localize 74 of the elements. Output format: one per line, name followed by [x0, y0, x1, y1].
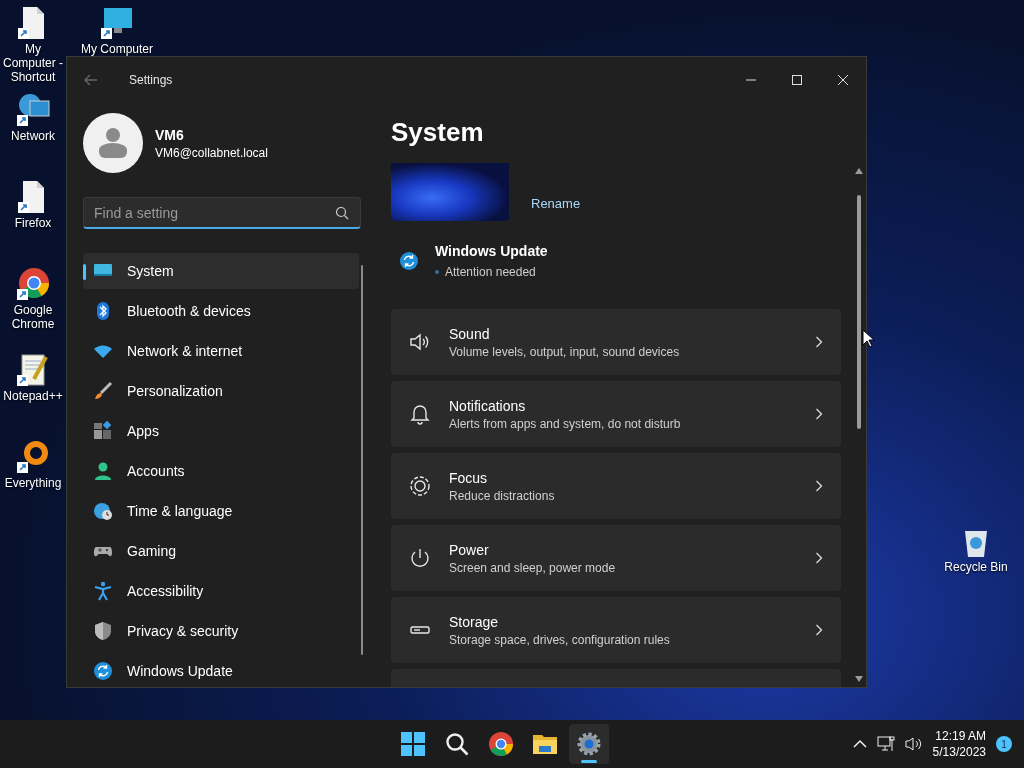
focus-icon: [409, 475, 431, 497]
avatar: [83, 113, 143, 173]
person-icon: [93, 461, 113, 481]
desktop-icon-label[interactable]: Network: [11, 129, 55, 143]
ring-icon: [16, 440, 50, 474]
sync-icon: [399, 251, 419, 271]
nav-item[interactable]: Personalization: [83, 373, 359, 409]
chrome-icon: [488, 731, 515, 757]
power-icon: [409, 547, 431, 569]
nav-item[interactable]: Accounts: [83, 453, 359, 489]
page-title: System: [391, 117, 485, 149]
nav-item[interactable]: Network & internet: [83, 333, 359, 369]
monitor-shortcut-icon: [100, 6, 134, 40]
settings-card[interactable]: Storage Storage space, drives, configuration rules: [391, 597, 841, 663]
status-dot: [435, 270, 439, 274]
desktop-icon-label[interactable]: My Computer - Shortcut: [0, 42, 69, 84]
chrome-icon: [16, 267, 50, 301]
nav-item[interactable]: Time & language: [83, 493, 359, 529]
accessibility-icon: [93, 581, 113, 601]
start-icon: [400, 731, 427, 757]
settings-card[interactable]: Sound Volume levels, output, input, sound devices: [391, 309, 841, 375]
chevron-right-icon: [815, 552, 823, 564]
nav-item[interactable]: Apps: [83, 413, 359, 449]
chevron-right-icon: [815, 624, 823, 636]
chevron-right-icon: [815, 480, 823, 492]
user-name: VM6: [155, 126, 185, 143]
network-monitor-icon[interactable]: [876, 736, 895, 752]
network-globe-icon: [16, 93, 50, 127]
desktop-icon-label[interactable]: Google Chrome: [1, 303, 65, 331]
bell-icon: [409, 403, 431, 425]
nav-item[interactable]: Privacy & security: [83, 613, 359, 649]
update-title[interactable]: Windows Update: [435, 243, 548, 259]
user-email: VM6@collabnet.local: [155, 145, 268, 160]
speaker-icon[interactable]: [904, 736, 923, 752]
search-icon: [444, 731, 471, 757]
nav-item[interactable]: Gaming: [83, 533, 359, 569]
scroll-up-icon[interactable]: [854, 167, 864, 175]
speaker-icon: [409, 331, 431, 353]
search-icon[interactable]: [335, 206, 349, 220]
taskbar-app-button[interactable]: [569, 724, 610, 764]
notepad-icon: [16, 353, 50, 387]
chevron-right-icon: [815, 408, 823, 420]
globe-clock-icon: [93, 501, 113, 521]
notification-badge[interactable]: 1: [996, 736, 1012, 752]
settings-card[interactable]: Notifications Alerts from apps and system, do not disturb: [391, 381, 841, 447]
search-field[interactable]: Find a setting: [83, 197, 361, 229]
nav-item[interactable]: Bluetooth & devices: [83, 293, 359, 329]
settings-card[interactable]: Power Screen and sleep, power mode: [391, 525, 841, 591]
apps-icon: [93, 421, 113, 441]
nav-item[interactable]: Accessibility: [83, 573, 359, 609]
update-status: Attention needed: [445, 265, 536, 279]
chevron-up-icon[interactable]: [852, 739, 867, 749]
nav-item[interactable]: System: [83, 253, 359, 289]
scrollbar-thumb[interactable]: [857, 195, 861, 429]
paintbrush-icon: [93, 381, 113, 401]
desktop-icon-label[interactable]: Notepad++: [3, 389, 63, 403]
nav-item[interactable]: Windows Update: [83, 653, 359, 689]
close-icon: [838, 75, 848, 85]
desktop-icon-label[interactable]: Recycle Bin: [944, 560, 1008, 574]
clock[interactable]: 12:19 AM 5/13/2023: [932, 728, 986, 760]
chevron-right-icon: [815, 336, 823, 348]
mouse-pointer-icon: [862, 329, 874, 348]
gear-icon: [576, 731, 603, 757]
window-title: Settings: [129, 73, 174, 87]
scroll-down-icon[interactable]: [854, 675, 864, 683]
shield-icon: [93, 621, 113, 641]
recycle-bin-icon: [962, 528, 990, 558]
desktop-icon-label[interactable]: Everything: [4, 476, 62, 490]
settings-card[interactable]: Focus Reduce distractions: [391, 453, 841, 519]
sync-icon: [93, 661, 113, 681]
desktop-icon-label[interactable]: My Computer: [81, 42, 153, 56]
desktop-icon-label[interactable]: Firefox: [14, 216, 52, 230]
maximize-icon: [792, 75, 802, 85]
rename-link[interactable]: Rename: [531, 196, 581, 211]
